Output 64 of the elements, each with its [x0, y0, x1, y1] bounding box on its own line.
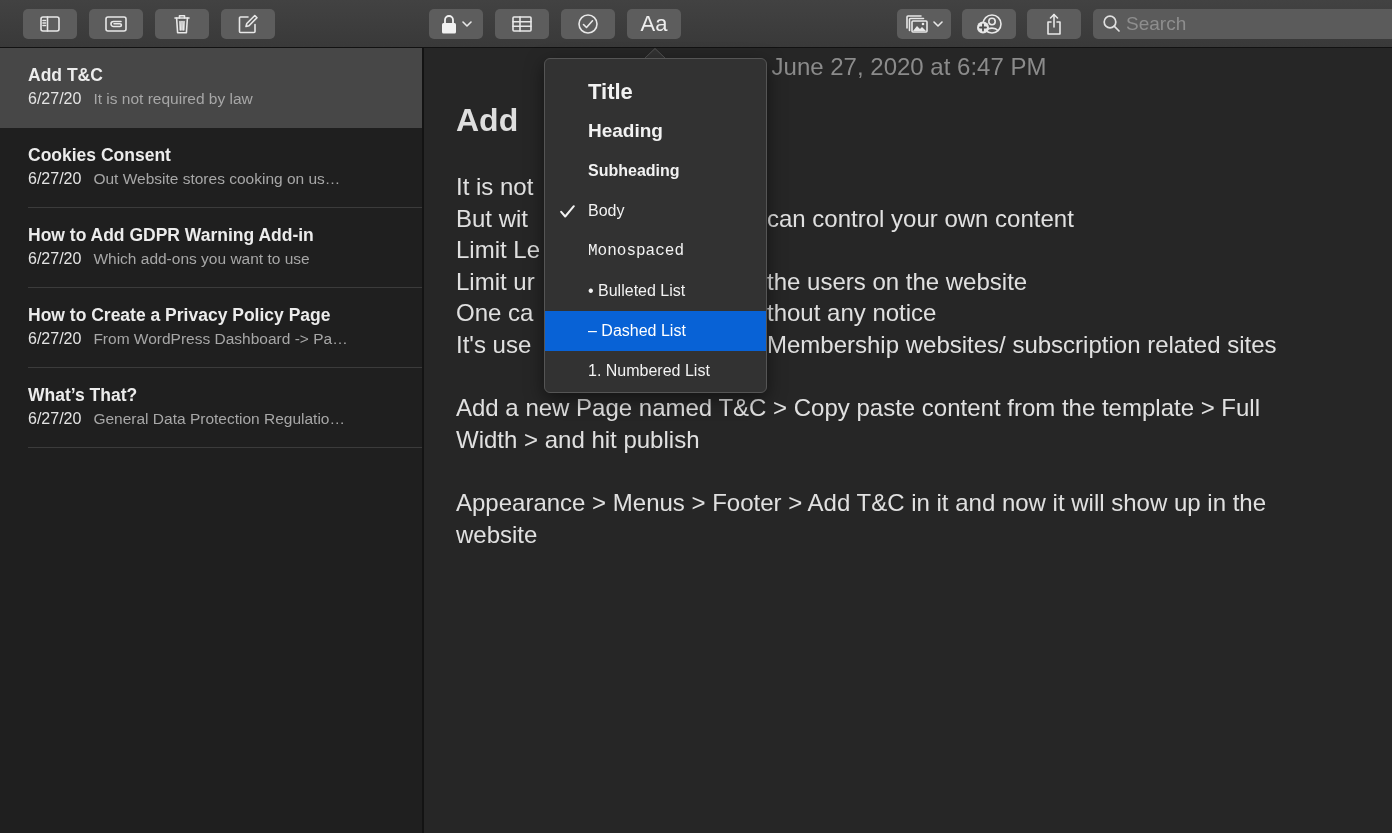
note-text: It is not [456, 172, 534, 202]
note-snippet: From WordPress Dashboard -> Pa… [93, 329, 348, 349]
menu-item[interactable]: Monospaced [545, 231, 766, 271]
note-text: It's use [456, 329, 532, 360]
note-snippet: Which add-ons you want to use [93, 249, 310, 269]
note-date: 6/27/20 [28, 409, 82, 429]
note-text: One ca [456, 298, 534, 329]
search-icon [1103, 14, 1120, 32]
menu-item[interactable]: Body [545, 191, 766, 231]
note-snippet: It is not required by law [93, 89, 253, 109]
note-text: can control your own content [767, 203, 1074, 234]
note-list-item[interactable]: Add T&C 6/27/20 It is not required by law [0, 48, 422, 128]
attachments-button[interactable] [89, 8, 143, 39]
note-date: 6/27/20 [28, 249, 82, 269]
note-list-item[interactable]: What’s That? 6/27/20 General Data Protection Regulatio… [0, 368, 422, 448]
note-date: 6/27/20 [28, 329, 82, 349]
note-list-item[interactable]: How to Add GDPR Warning Add-in 6/27/20 Which add-ons you want to use [0, 208, 422, 288]
lock-icon [440, 13, 457, 34]
note-date: 6/27/20 [28, 169, 82, 189]
menu-item[interactable]: Title [545, 71, 766, 111]
note-snippet: Out Website stores cooking on us… [93, 169, 341, 189]
new-note-button[interactable] [221, 8, 275, 39]
trash-icon [174, 13, 190, 34]
format-button[interactable]: Aa [627, 8, 681, 39]
check-circle-icon [578, 13, 598, 34]
photo-icon [905, 14, 928, 33]
note-title: How to Add GDPR Warning Add-in [28, 224, 314, 246]
table-icon [512, 15, 532, 32]
note-title: Cookies Consent [28, 144, 171, 166]
note-list-item[interactable]: How to Create a Privacy Policy Page 6/27/20 From WordPress Dashboard -> Pa… [0, 288, 422, 368]
add-people-button[interactable] [962, 8, 1016, 39]
note-text: thout any notice [767, 298, 937, 329]
note-title: Add T&C [28, 64, 103, 86]
menu-item[interactable]: 1. Numbered List [545, 351, 766, 391]
table-button[interactable] [495, 8, 549, 39]
share-icon [1046, 12, 1062, 35]
pencil-square-icon [238, 13, 258, 34]
note-date: 6/27/20 [28, 89, 82, 109]
media-button[interactable] [897, 8, 951, 39]
note-paragraph: Appearance > Menus > Footer > Add T&C in it and now it will show up in the website [456, 487, 1268, 550]
sidebar-icon [40, 15, 60, 32]
note-title: How to Create a Privacy Policy Page [28, 304, 331, 326]
checklist-button[interactable] [561, 8, 615, 39]
paperclip-icon [105, 15, 127, 32]
lock-button[interactable] [429, 8, 483, 39]
note-text: Limit Le [456, 235, 541, 266]
note-heading: Add [456, 101, 519, 140]
note-snippet: General Data Protection Regulatio… [93, 409, 345, 429]
note-text: Limit ur [456, 266, 535, 297]
menu-item[interactable]: Subheading [545, 151, 766, 191]
menu-item[interactable]: • Bulleted List [545, 271, 766, 311]
menu-item[interactable]: Heading [545, 111, 766, 151]
menu-item[interactable]: – Dashed List [545, 311, 766, 351]
delete-button[interactable] [155, 8, 209, 39]
note-paragraph: Add a new Page named T&C > Copy paste content from the template > Full Width > and hit publish [456, 393, 1261, 455]
sidebar-toggle-button[interactable] [23, 8, 77, 39]
note-timestamp: June 27, 2020 at 6:47 PM [771, 52, 1047, 82]
note-list-item[interactable]: Cookies Consent 6/27/20 Out Website stores cooking on us… [0, 128, 422, 208]
note-text: Membership websites/ subscription related sites [767, 329, 1277, 360]
add-person-icon [976, 12, 1002, 35]
note-title: What’s That? [28, 384, 138, 406]
share-button[interactable] [1027, 8, 1081, 39]
note-text: But wit [456, 203, 529, 234]
note-text: the users on the website [767, 266, 1028, 297]
